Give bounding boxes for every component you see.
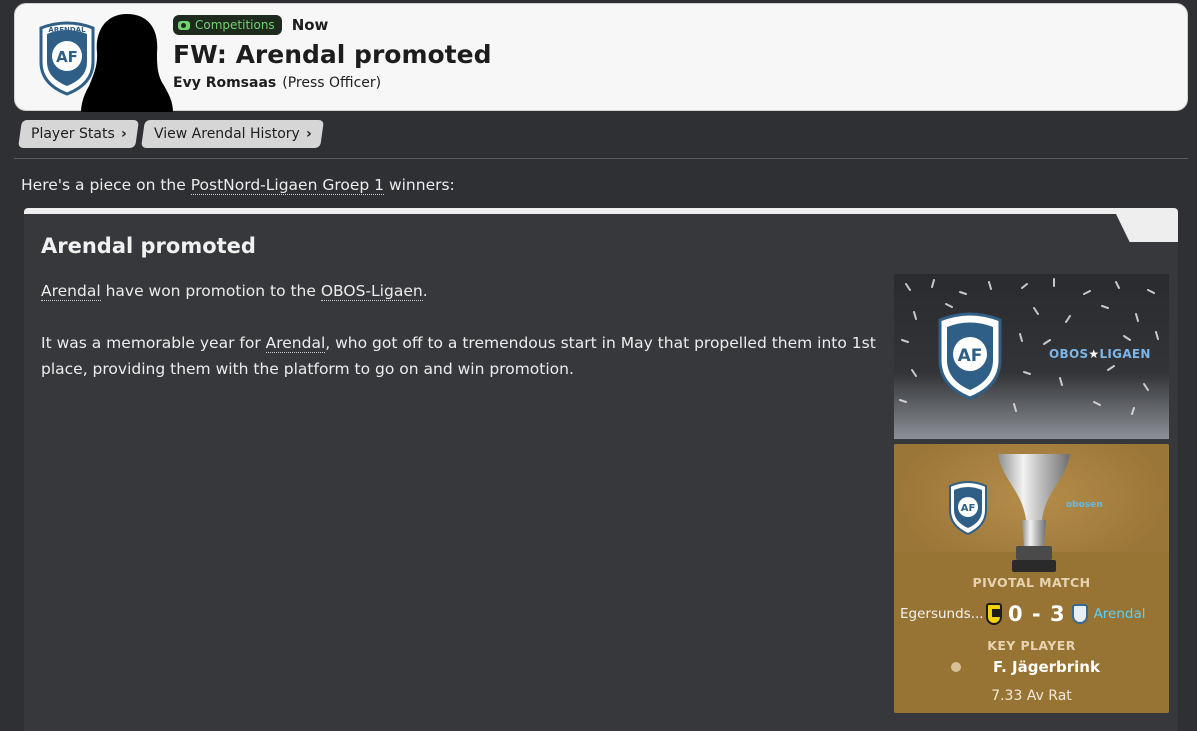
promotion-image: AF OBOS★LIGAEN (894, 274, 1169, 439)
svg-text:AF: AF (961, 503, 976, 514)
player-rating: 7.33 Av Rat (991, 688, 1072, 704)
intro-before: Here's a piece on the (21, 176, 191, 194)
intro-after: winners: (384, 176, 455, 194)
article-title: Arendal promoted (41, 234, 256, 258)
svg-text:AF: AF (958, 346, 983, 366)
article-card: Arendal promoted Arendal have won promot… (24, 208, 1178, 731)
action-buttons: Player Stats › View Arendal History › (18, 120, 324, 148)
away-team-name[interactable]: Arendal (1094, 606, 1146, 622)
divider (14, 158, 1188, 159)
paragraph-text: have won promotion to the (100, 282, 321, 300)
corner-tab (1116, 214, 1178, 242)
paragraph-text: It was a memorable year for (41, 334, 266, 352)
arendal-crest-icon: AF (949, 481, 987, 536)
article-paragraph: Arendal have won promotion to the OBOS-L… (41, 278, 891, 304)
article-body: Arendal have won promotion to the OBOS-L… (41, 278, 891, 382)
tag-row: Competitions Now (173, 14, 491, 36)
sponsor-logo: obosen (1066, 500, 1103, 510)
news-meta: Competitions Now FW: Arendal promoted Ev… (173, 14, 491, 91)
press-officer-silhouette (81, 14, 173, 112)
obos-ligaen-logo: OBOS★LIGAEN (1049, 347, 1151, 361)
chevron-right-icon: › (305, 126, 312, 142)
competition-link[interactable]: PostNord-Ligaen Groep 1 (190, 176, 385, 195)
ticket-icon (178, 20, 190, 30)
intro-text: Here's a piece on the PostNord-Ligaen Gr… (21, 176, 455, 195)
home-team-name[interactable]: Egersunds... (900, 606, 984, 622)
paragraph-text: . (422, 282, 428, 300)
obos-logo-right: LIGAEN (1099, 347, 1151, 361)
player-stats-button[interactable]: Player Stats › (18, 120, 139, 148)
key-player-row: F. Jägerbrink (894, 657, 1169, 677)
star-icon: ★ (1088, 347, 1100, 361)
egersund-badge-icon (986, 603, 1002, 625)
author-role: (Press Officer) (282, 75, 382, 91)
key-player-heading: KEY PLAYER (987, 638, 1076, 653)
news-header-card: AF ARENDAL Competitions Now FW: Arendal … (14, 3, 1188, 112)
competitions-tag[interactable]: Competitions (173, 15, 282, 35)
time-label: Now (291, 16, 329, 34)
author-row: Evy Romsaas (Press Officer) (173, 75, 491, 91)
chevron-right-icon: › (120, 126, 127, 142)
category-label: Competitions (195, 18, 275, 32)
arendal-badge-icon (1071, 604, 1088, 624)
match-score[interactable]: 0 - 3 (1008, 602, 1066, 626)
arendal-crest-icon: AF (938, 312, 1002, 400)
article-paragraph: It was a memorable year for Arendal, who… (41, 330, 891, 382)
club-link[interactable]: Arendal (41, 282, 101, 301)
news-headline: FW: Arendal promoted (173, 40, 492, 69)
key-player-name[interactable]: F. Jägerbrink (993, 658, 1100, 676)
trophy-icon (998, 454, 1070, 572)
player-stats-label: Player Stats (31, 126, 115, 142)
svg-text:AF: AF (56, 48, 78, 66)
league-link[interactable]: OBOS-Ligaen (320, 282, 423, 301)
club-link[interactable]: Arendal (265, 334, 326, 353)
fixture-row[interactable]: Egersunds... 0 - 3 Arendal (900, 602, 1168, 626)
pivotal-match-heading: PIVOTAL MATCH (972, 575, 1091, 590)
pivotal-match-card: AF obosen PIVOTAL MATCH Egersunds... 0 -… (894, 444, 1169, 713)
view-history-button[interactable]: View Arendal History › (140, 120, 324, 148)
author-name[interactable]: Evy Romsaas (173, 75, 276, 91)
view-history-label: View Arendal History (153, 126, 300, 142)
person-icon (951, 662, 962, 672)
obos-logo-left: OBOS (1049, 347, 1089, 361)
